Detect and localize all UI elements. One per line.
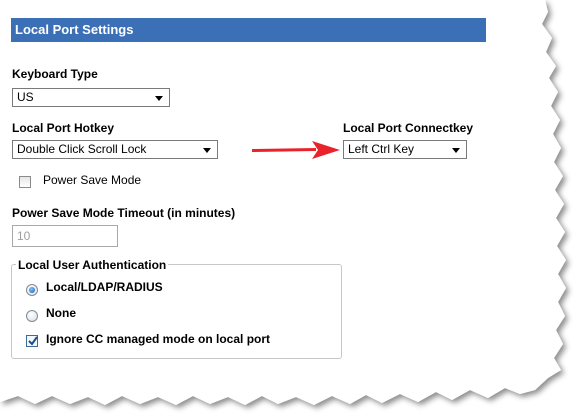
red-arrow-icon	[252, 141, 340, 159]
dropdown-caret-icon	[452, 148, 460, 153]
local-port-connectkey-label: Local Port Connectkey	[343, 121, 474, 135]
section-header: Local Port Settings	[11, 18, 486, 42]
keyboard-type-select[interactable]: US	[12, 88, 170, 107]
local-user-auth-legend: Local User Authentication	[16, 258, 169, 272]
power-save-timeout-input[interactable]: 10	[12, 225, 118, 247]
power-save-timeout-label: Power Save Mode Timeout (in minutes)	[12, 206, 236, 220]
ignore-cc-checkbox[interactable]	[26, 335, 38, 347]
dropdown-caret-icon	[155, 96, 163, 101]
keyboard-type-value: US	[17, 90, 34, 104]
local-port-connectkey-select[interactable]: Left Ctrl Key	[343, 140, 467, 159]
local-port-hotkey-label: Local Port Hotkey	[12, 121, 115, 135]
local-port-hotkey-select[interactable]: Double Click Scroll Lock	[12, 140, 218, 159]
keyboard-type-label: Keyboard Type	[12, 67, 98, 81]
local-port-connectkey-value: Left Ctrl Key	[348, 142, 415, 156]
ignore-cc-label: Ignore CC managed mode on local port	[46, 332, 271, 346]
radio-none-label: None	[46, 306, 76, 320]
radio-local-ldap-radius-label: Local/LDAP/RADIUS	[46, 280, 163, 294]
radio-none[interactable]	[26, 310, 38, 322]
local-port-hotkey-value: Double Click Scroll Lock	[17, 142, 147, 156]
dropdown-caret-icon	[203, 148, 211, 153]
power-save-mode-checkbox[interactable]	[19, 176, 31, 188]
power-save-mode-label: Power Save Mode	[43, 173, 142, 187]
checkmark-icon	[28, 336, 38, 346]
radio-local-ldap-radius[interactable]	[26, 284, 38, 296]
